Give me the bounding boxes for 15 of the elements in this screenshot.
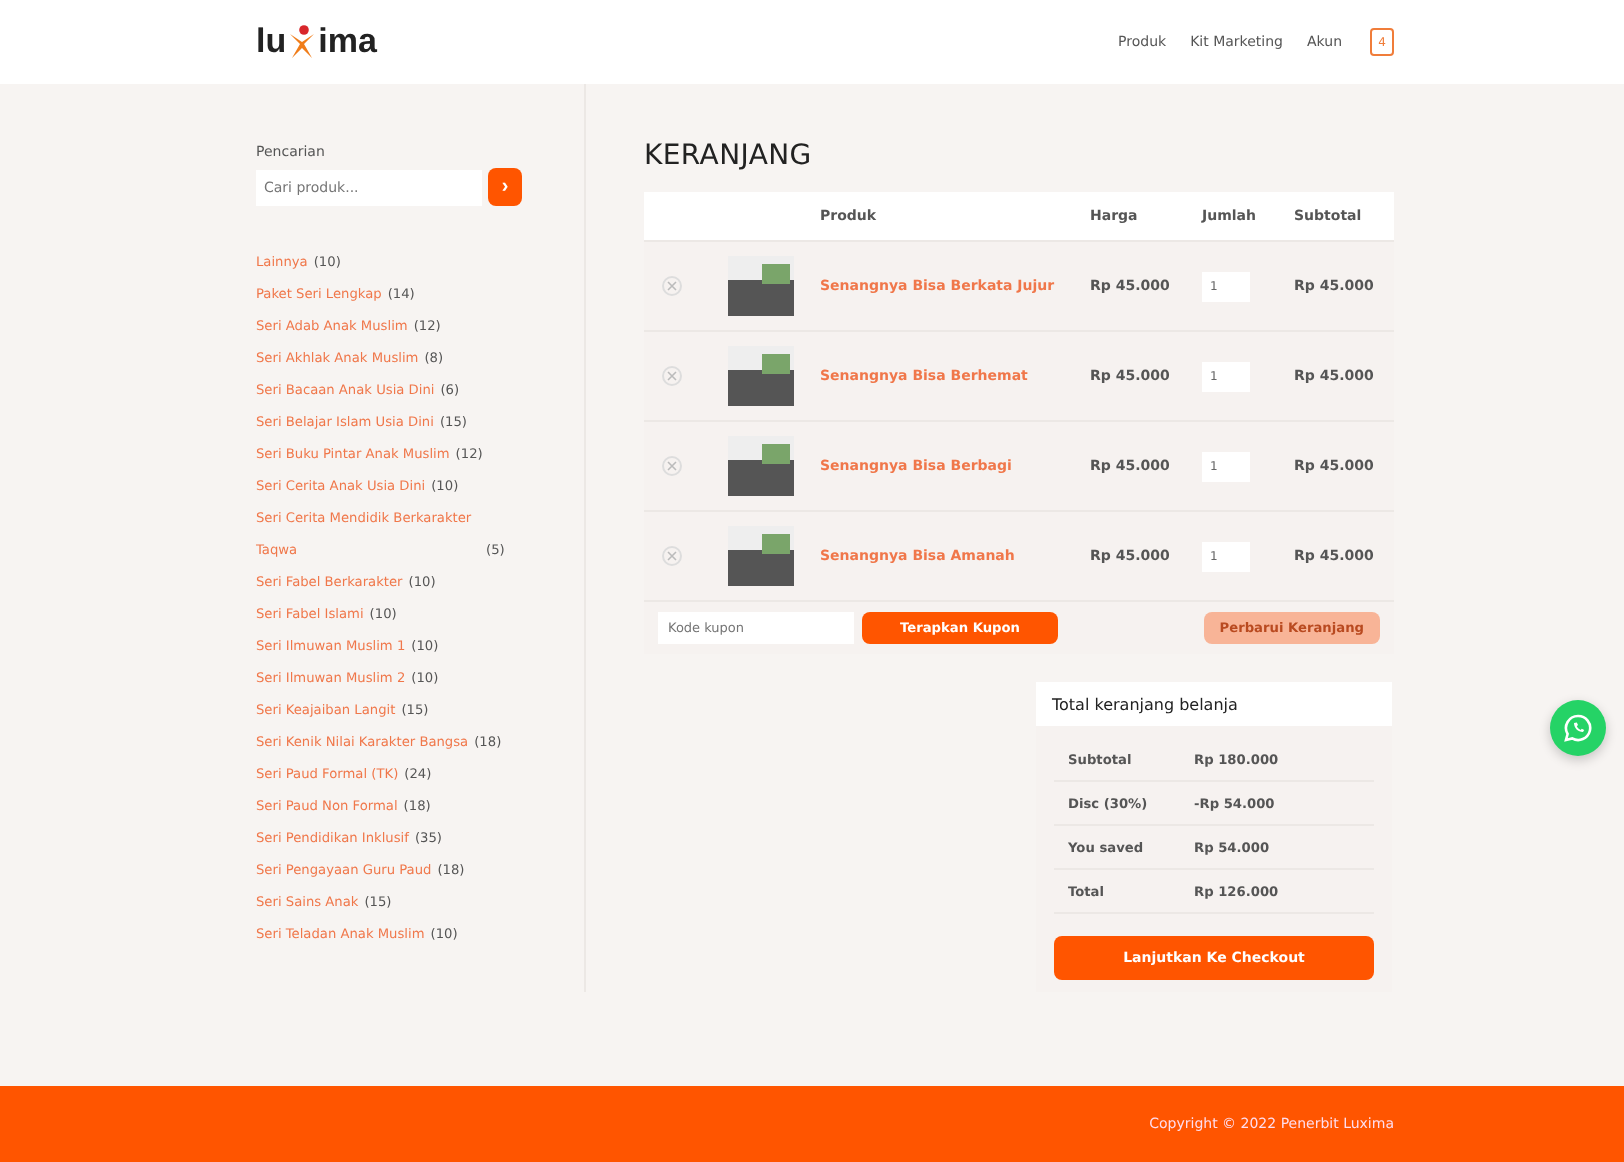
book-cover-thumbnail — [727, 526, 793, 586]
book-cover-thumbnail — [727, 256, 793, 316]
star-figure-icon — [288, 24, 317, 60]
search-button[interactable]: › — [488, 168, 522, 206]
page-title: KERANJANG — [644, 140, 814, 172]
remove-icon[interactable] — [662, 546, 682, 566]
remove-icon[interactable] — [662, 366, 682, 386]
remove-icon[interactable] — [662, 276, 682, 296]
totals-title: Total keranjang belanja — [1036, 682, 1392, 726]
book-cover-thumbnail — [727, 436, 793, 496]
chat-button[interactable] — [1550, 700, 1606, 756]
remove-icon[interactable] — [662, 456, 682, 476]
phone-bubble-icon — [1564, 714, 1592, 742]
logo[interactable]: lu ima — [256, 22, 377, 62]
book-cover-thumbnail — [727, 346, 793, 406]
